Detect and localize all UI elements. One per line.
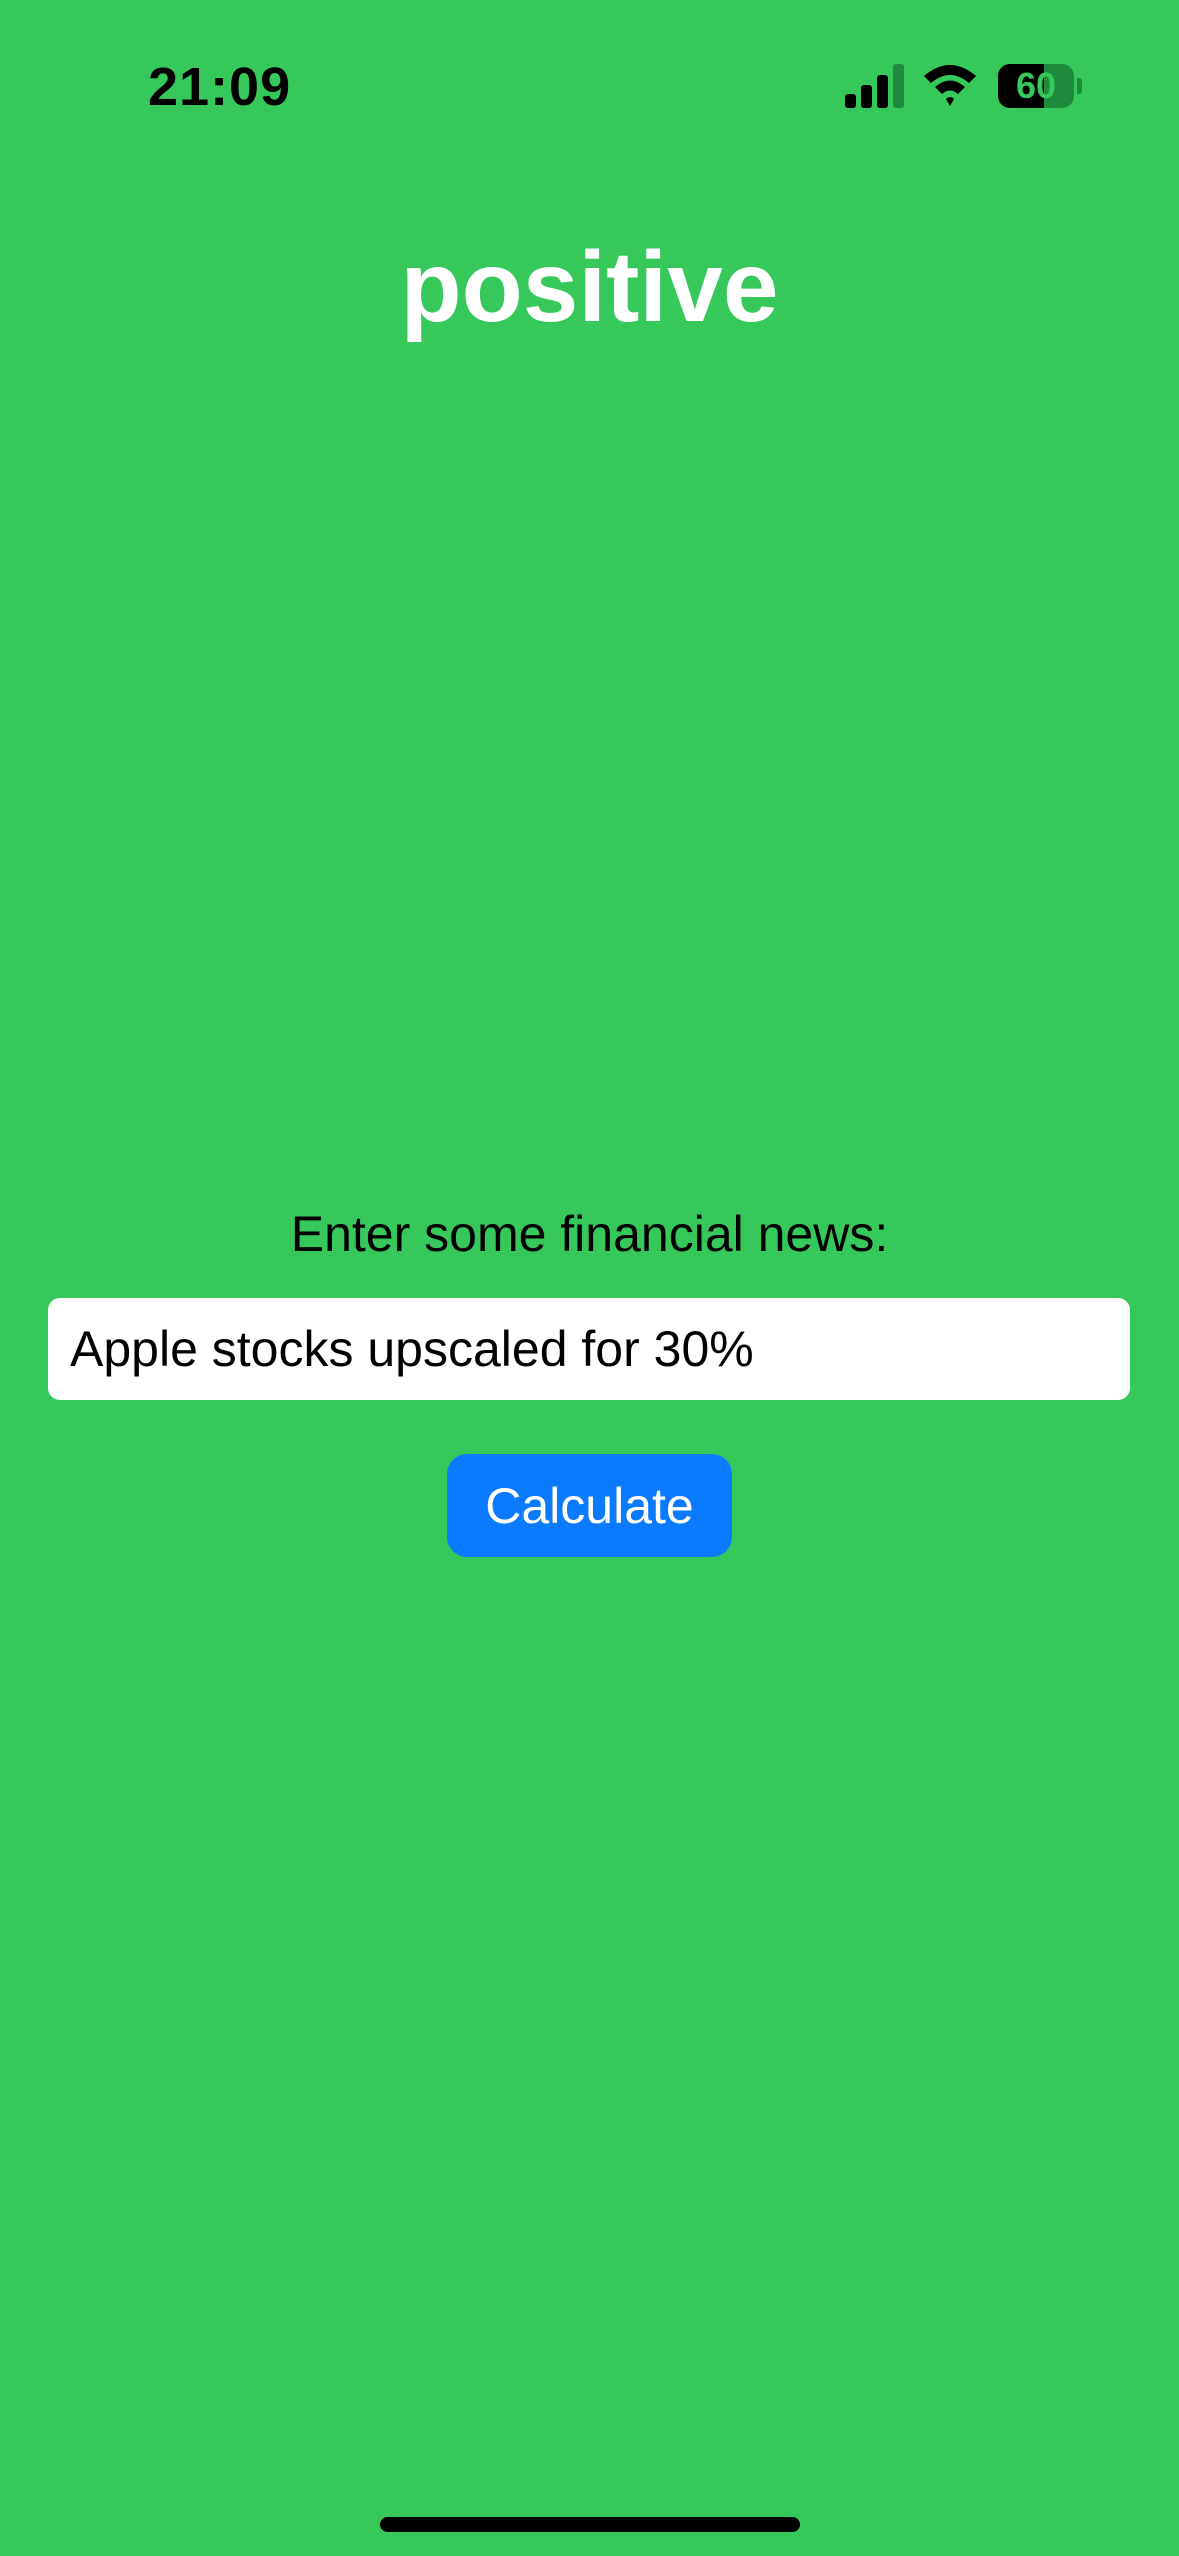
news-prompt-label: Enter some financial news: (290, 1206, 889, 1262)
signal-bar-3 (877, 75, 888, 108)
signal-bar-2 (861, 85, 872, 108)
calculate-button[interactable]: Calculate (447, 1454, 732, 1557)
status-bar: 21:09 60 (0, 0, 1179, 170)
battery-body: 60 (998, 64, 1074, 108)
home-indicator[interactable] (380, 2517, 800, 2532)
battery-icon: 60 (998, 64, 1082, 108)
news-input[interactable] (48, 1298, 1130, 1400)
sentiment-result-title: positive (400, 231, 779, 343)
battery-cap (1077, 78, 1082, 94)
cellular-signal-icon (845, 64, 904, 108)
signal-bar-4 (893, 64, 904, 108)
status-time: 21:09 (148, 57, 292, 117)
wifi-icon (924, 65, 976, 106)
battery-level-text: 60 (1015, 65, 1057, 106)
signal-bar-1 (845, 94, 856, 108)
